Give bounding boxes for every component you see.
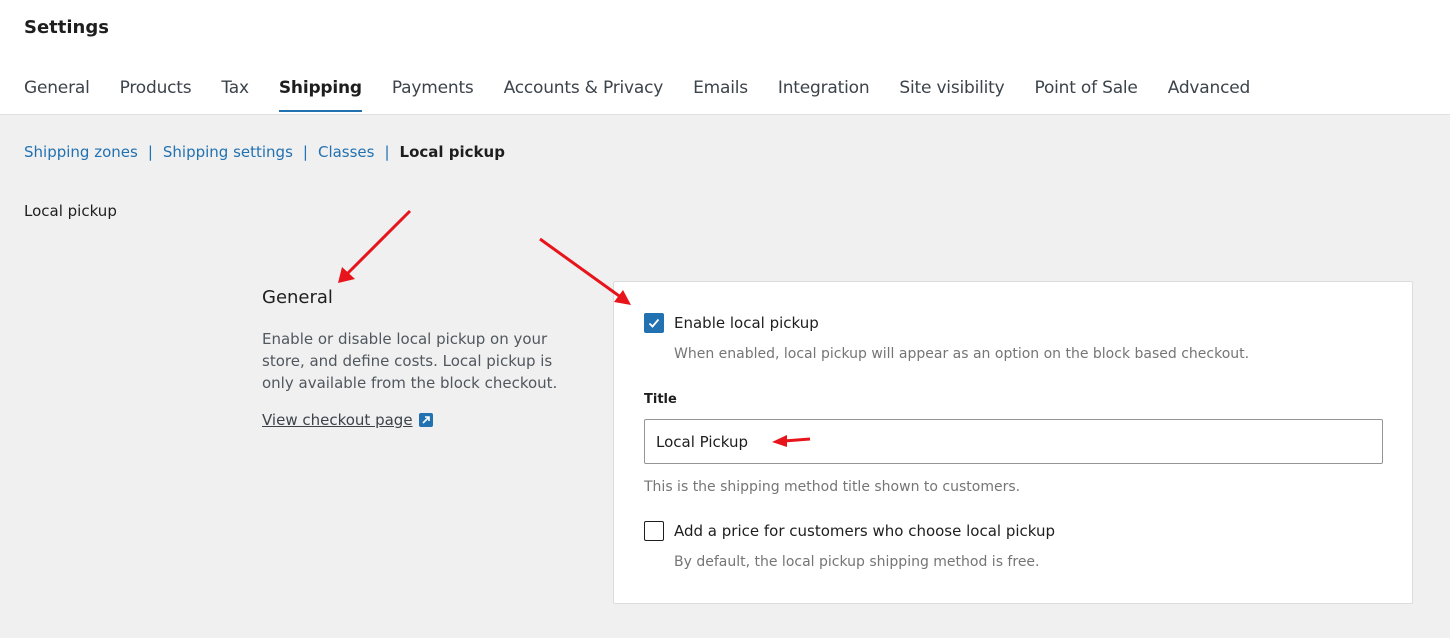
add-price-help: By default, the local pickup shipping me…: [674, 554, 1040, 570]
general-description-panel: General Enable or disable local pickup o…: [262, 287, 582, 429]
subnav-local-pickup-current: Local pickup: [399, 143, 505, 161]
enable-local-pickup-help: When enabled, local pickup will appear a…: [674, 346, 1250, 362]
settings-tabs: General Products Tax Shipping Payments A…: [24, 78, 1280, 112]
tab-point-of-sale[interactable]: Point of Sale: [1035, 78, 1138, 112]
checkmark-icon: [648, 318, 660, 328]
local-pickup-settings-card: Enable local pickup When enabled, local …: [613, 281, 1413, 604]
tab-shipping[interactable]: Shipping: [278, 78, 362, 112]
view-checkout-page-label: View checkout page: [262, 411, 413, 429]
tab-payments[interactable]: Payments: [392, 78, 474, 112]
section-label: Local pickup: [24, 202, 117, 220]
title-input[interactable]: [644, 419, 1383, 464]
enable-local-pickup-row: Enable local pickup: [644, 313, 819, 333]
general-heading: General: [262, 287, 333, 308]
tab-integration[interactable]: Integration: [778, 78, 870, 112]
add-price-label: Add a price for customers who choose loc…: [674, 522, 1056, 540]
enable-local-pickup-label: Enable local pickup: [674, 314, 819, 332]
tab-emails[interactable]: Emails: [693, 78, 748, 112]
add-price-checkbox[interactable]: [644, 521, 664, 541]
tab-site-visibility[interactable]: Site visibility: [899, 78, 1004, 112]
external-link-icon: [418, 413, 433, 427]
shipping-subnav: Shipping zones | Shipping settings | Cla…: [24, 143, 505, 161]
title-help: This is the shipping method title shown …: [644, 479, 1021, 495]
annotation-arrow-general: [338, 209, 412, 283]
subnav-shipping-zones[interactable]: Shipping zones: [24, 143, 138, 161]
title-field-label: Title: [644, 392, 677, 407]
tab-advanced[interactable]: Advanced: [1168, 78, 1251, 112]
page-title: Settings: [24, 17, 109, 38]
add-price-row: Add a price for customers who choose loc…: [644, 521, 1055, 541]
subnav-shipping-settings[interactable]: Shipping settings: [163, 143, 293, 161]
subnav-separator: |: [147, 143, 153, 161]
tab-products[interactable]: Products: [120, 78, 192, 112]
subnav-separator: |: [302, 143, 308, 161]
tab-general[interactable]: General: [24, 78, 90, 112]
general-description: Enable or disable local pickup on your s…: [262, 330, 558, 392]
top-bar: Settings General Products Tax Shipping P…: [0, 0, 1450, 115]
view-checkout-page-link[interactable]: View checkout page: [262, 411, 433, 429]
tab-accounts-privacy[interactable]: Accounts & Privacy: [504, 78, 664, 112]
tab-tax[interactable]: Tax: [221, 78, 249, 112]
enable-local-pickup-checkbox[interactable]: [644, 313, 664, 333]
subnav-classes[interactable]: Classes: [318, 143, 375, 161]
subnav-separator: |: [384, 143, 390, 161]
